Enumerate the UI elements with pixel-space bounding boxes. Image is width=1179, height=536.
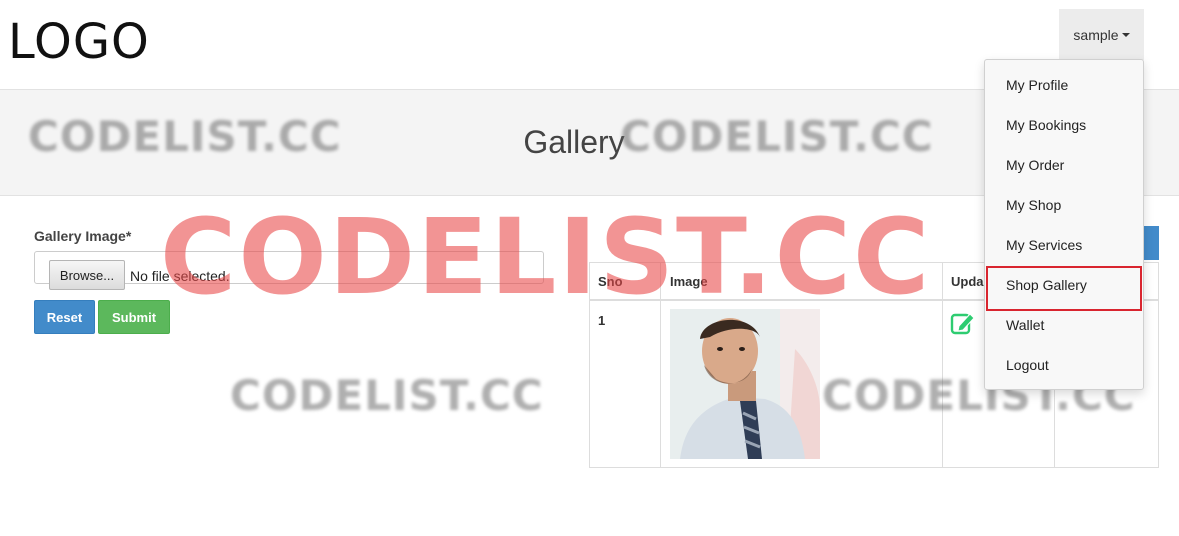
watermark: CODELIST.CC [230,371,544,420]
gallery-image-file-input[interactable]: Browse... No file selected. [34,251,544,290]
caret-down-icon [1121,32,1130,37]
column-divider [660,263,661,467]
user-name: sample [1073,26,1119,43]
person-photo-illustration [670,309,820,459]
edit-icon[interactable] [950,310,976,341]
logo[interactable]: LOGO [8,14,150,70]
user-menu-toggle[interactable]: sample [1059,9,1144,60]
menu-item-my-bookings[interactable]: My Bookings [1006,117,1086,133]
menu-item-my-services[interactable]: My Services [1006,237,1082,253]
row-sno: 1 [598,313,606,328]
gallery-photo [670,309,820,459]
page-title: Gallery [523,124,625,160]
column-divider [942,263,943,467]
gallery-image-label: Gallery Image* [34,228,132,244]
browse-button[interactable]: Browse... [49,260,125,290]
column-header-image: Image [670,274,708,289]
column-header-sno: Sno [598,274,623,289]
file-status-text: No file selected. [130,268,230,284]
menu-item-my-shop[interactable]: My Shop [1006,197,1061,213]
submit-button[interactable]: Submit [98,300,170,334]
menu-item-wallet[interactable]: Wallet [1006,317,1044,333]
menu-item-my-profile[interactable]: My Profile [1006,77,1068,93]
menu-item-logout[interactable]: Logout [1006,357,1049,373]
user-dropdown-menu: My Profile My Bookings My Order My Shop … [984,59,1144,390]
reset-button[interactable]: Reset [34,300,95,334]
menu-item-my-order[interactable]: My Order [1006,157,1064,173]
edit-icon-graphic [950,313,975,335]
column-header-update: Upda [951,274,984,289]
menu-item-shop-gallery[interactable]: Shop Gallery [1006,277,1087,293]
